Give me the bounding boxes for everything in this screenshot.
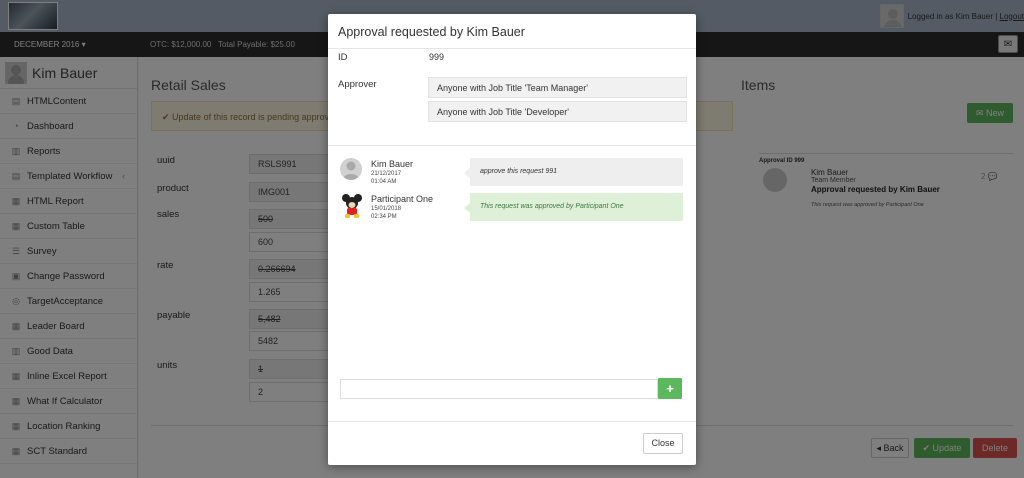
mascot-avatar-icon [342,194,362,218]
approver-item: Anyone with Job Title 'Team Manager' [428,77,687,98]
modal-title: Approval requested by Kim Bauer [338,25,525,39]
comment-author: Participant One [371,194,434,204]
add-comment-button[interactable]: + [658,378,682,399]
avatar [340,193,364,219]
approval-modal: Approval requested by Kim Bauer ID 999 A… [328,14,696,465]
comment-time: 02:34 PM [371,214,397,220]
comment-bubble: This request was approved by Participant… [464,193,683,221]
comment-input[interactable] [340,379,658,399]
approver-label: Approver [338,79,377,90]
comment-author: Kim Bauer [371,159,414,169]
divider [328,48,696,49]
close-button[interactable]: Close [643,433,683,454]
user-silhouette-icon [343,161,359,180]
divider [328,421,696,422]
divider [328,145,696,146]
comment-bubble: approve this request 991 [464,158,683,186]
comment-date: 21/12/2017 [371,171,402,177]
approver-item: Anyone with Job Title 'Developer' [428,101,687,122]
comment-date: 15/01/2018 [371,206,402,212]
id-value: 999 [429,52,445,62]
id-label: ID [338,52,348,63]
comment-time: 01:04 AM [371,179,397,185]
avatar [340,158,362,180]
plus-icon: + [666,381,674,396]
